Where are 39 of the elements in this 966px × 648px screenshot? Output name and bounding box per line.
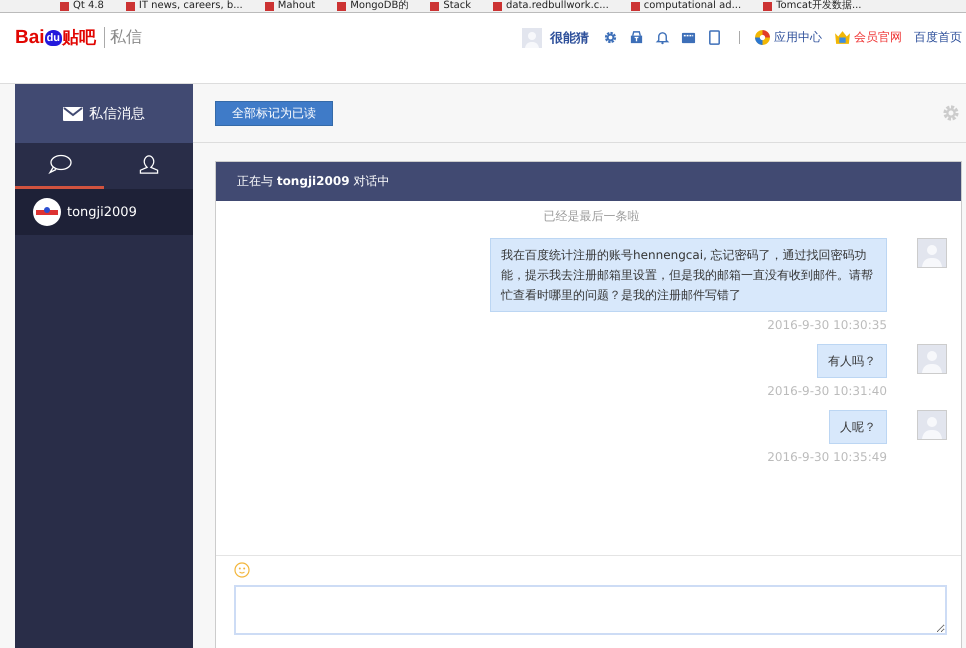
crown-icon <box>834 29 851 46</box>
avatar-icon <box>33 198 61 226</box>
username-link[interactable]: 很能猜 <box>550 28 589 46</box>
bookmark-link[interactable]: computational ad... <box>630 0 742 12</box>
section-title: 私信 <box>104 27 142 48</box>
shop-icon[interactable] <box>681 30 696 45</box>
bookmark-link[interactable]: data.redbullwork.c... <box>493 0 609 12</box>
conversation-item[interactable]: tongji2009 <box>15 189 193 235</box>
notice-text: 已经是最后一条啦 <box>542 208 640 225</box>
bookmark-link[interactable]: Tomcat开发数据... <box>763 0 862 12</box>
header-link[interactable]: 应用中心 <box>754 29 822 46</box>
settings-icon[interactable] <box>603 30 618 45</box>
bookmark-link[interactable]: Stack <box>430 0 472 12</box>
avatar-icon <box>917 410 947 440</box>
bell-icon[interactable] <box>655 30 670 45</box>
mail-icon <box>63 106 83 120</box>
mark-all-read-button[interactable]: 全部标记为已读 <box>215 100 333 126</box>
message-bubble: 我在百度统计注册的账号hennengcai, 忘记密码了，通过找回密码功能，提示我去注册邮箱里设置，但是我的邮箱一直没有收到邮件。请帮忙查看时哪里的问题？是我的注册邮件写错了 <box>490 238 887 312</box>
bookmark-link[interactable]: MongoDB的 <box>337 0 408 12</box>
tablet-icon[interactable] <box>707 30 722 45</box>
bookmark-link[interactable]: Qt 4.8 <box>60 0 104 12</box>
chat-title: 正在与 tongji2009 对话中 <box>237 173 390 190</box>
logo[interactable]: Bai du贴吧 <box>15 26 96 49</box>
avatar-icon <box>917 238 947 268</box>
colorful-ring-icon <box>754 29 771 46</box>
bag-icon[interactable] <box>629 30 644 45</box>
sidebar-title: 私信消息 <box>89 104 145 122</box>
bookmark-link[interactable]: Mahout <box>264 0 316 12</box>
message-time: 2016-9-30 10:35:49 <box>767 450 887 464</box>
message-input[interactable] <box>234 585 947 635</box>
message-time: 2016-9-30 10:31:40 <box>767 384 887 398</box>
header-link[interactable]: 会员官网 <box>834 29 902 46</box>
bookmark-link[interactable]: IT news, careers, b... <box>126 0 243 12</box>
message-bubble: 有人吗？ <box>817 344 887 378</box>
message-bubble: 人呢？ <box>829 410 887 444</box>
speech-bubble-icon <box>48 154 72 175</box>
avatar-icon <box>917 344 947 374</box>
message-time: 2016-9-30 10:30:35 <box>767 318 887 332</box>
header-link[interactable]: 百度首页 <box>914 29 962 46</box>
